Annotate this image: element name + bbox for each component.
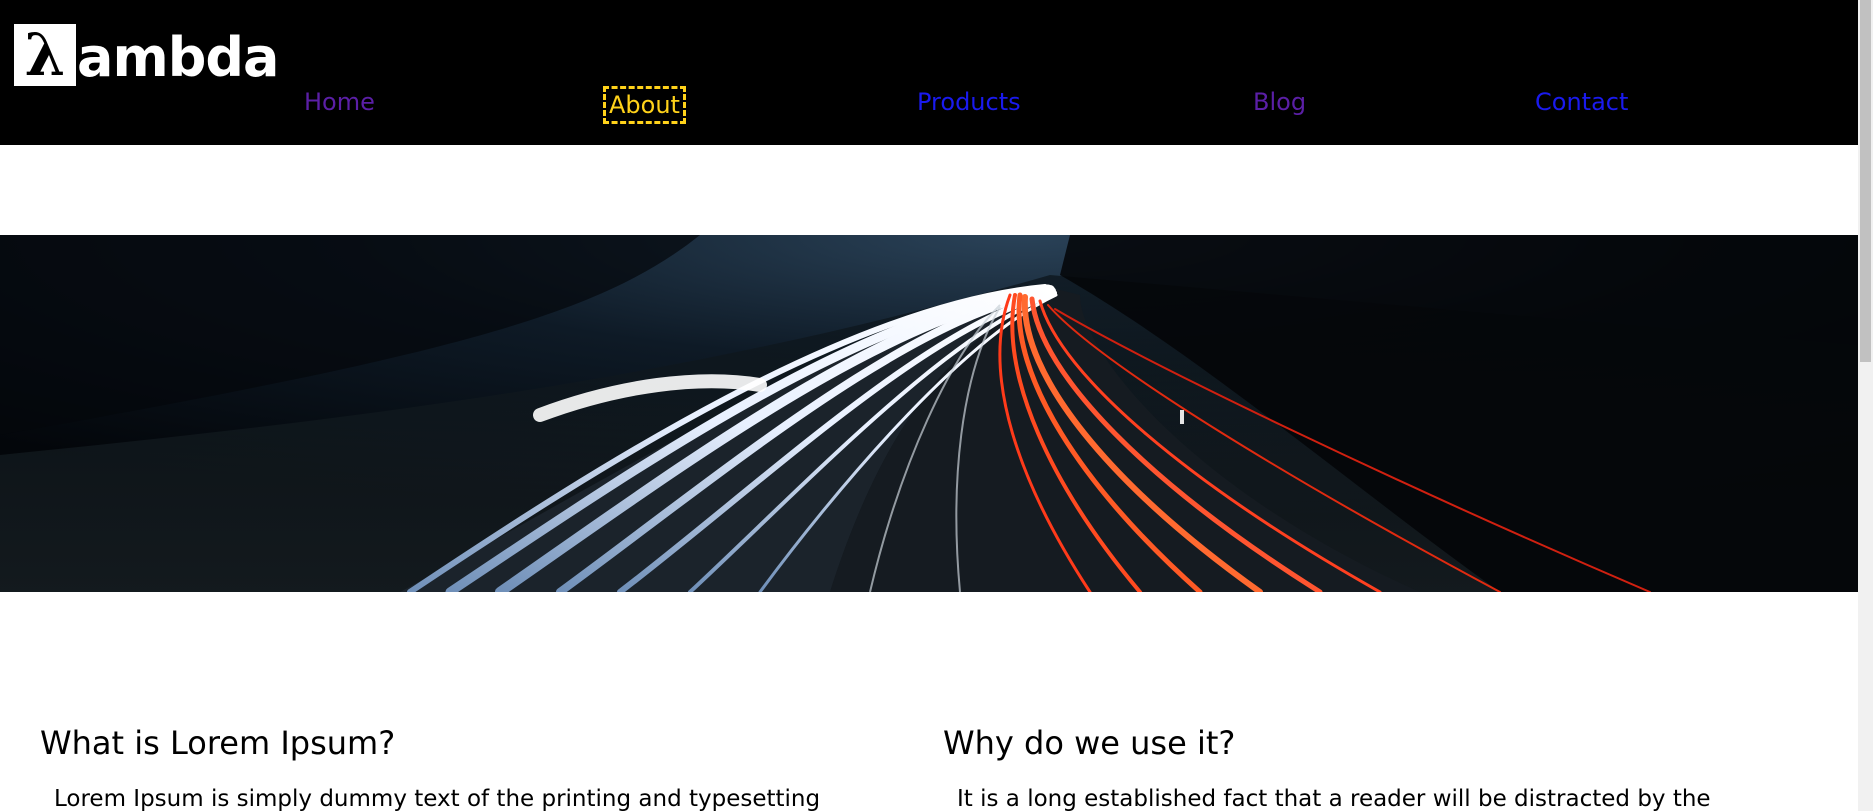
nav-contact-link[interactable]: Contact xyxy=(1535,88,1628,116)
section-heading: What is Lorem Ipsum? xyxy=(40,724,396,762)
nav-about-link[interactable]: About xyxy=(603,86,686,124)
section-text: It is a long established fact that a rea… xyxy=(957,786,1711,811)
section-why-do-we-use-it: Why do we use it? It is a long establish… xyxy=(943,722,1711,811)
brand-text: ambda xyxy=(77,26,279,89)
section-text: Lorem Ipsum is simply dummy text of the … xyxy=(54,786,821,811)
nav-products-link[interactable]: Products xyxy=(917,88,1021,116)
section-what-is-lorem-ipsum: What is Lorem Ipsum? Lorem Ipsum is simp… xyxy=(40,722,820,811)
nav-blog-link[interactable]: Blog xyxy=(1253,88,1306,116)
nav-home-link[interactable]: Home xyxy=(304,88,375,116)
scrollbar-thumb[interactable] xyxy=(1860,0,1871,362)
site-header: λ ambda Home About Products Blog Contact xyxy=(0,0,1858,145)
brand-logo[interactable]: λ ambda xyxy=(14,22,279,89)
vertical-scrollbar[interactable] xyxy=(1858,0,1873,811)
section-heading: Why do we use it? xyxy=(943,724,1236,762)
hero-image xyxy=(0,235,1858,592)
highway-light-trails-image xyxy=(0,235,1858,592)
page: λ ambda Home About Products Blog Contact xyxy=(0,0,1858,811)
lambda-logo-icon: λ xyxy=(14,24,76,86)
